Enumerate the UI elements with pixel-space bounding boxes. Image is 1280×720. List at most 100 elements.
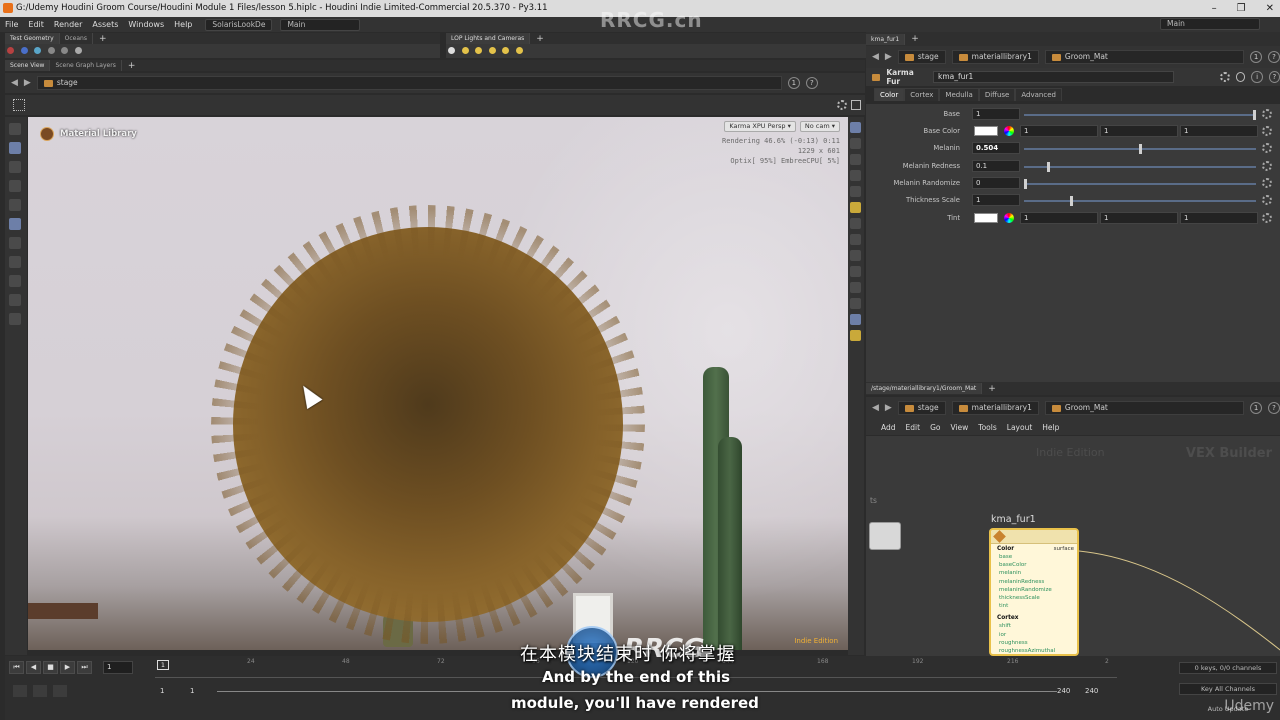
gear-icon[interactable] <box>1262 213 1272 223</box>
tab-scene-graph-layers[interactable]: Scene Graph Layers <box>50 60 122 71</box>
help-icon[interactable]: ? <box>1268 402 1280 414</box>
display-option-icon[interactable] <box>850 122 861 133</box>
play-icon[interactable]: ▶ <box>60 661 75 674</box>
shelf-tool-icon[interactable] <box>34 47 42 54</box>
tab-cortex[interactable]: Cortex <box>904 88 940 101</box>
param-g-field[interactable]: 1 <box>1100 212 1178 224</box>
menu-tools[interactable]: Tools <box>973 423 1001 432</box>
param-slider[interactable] <box>1024 179 1256 189</box>
grid-menu-icon[interactable] <box>13 99 25 111</box>
menu-go[interactable]: Go <box>925 423 945 432</box>
search-icon[interactable] <box>1236 72 1246 82</box>
light-tool-icon[interactable] <box>461 47 469 54</box>
param-slider[interactable] <box>1024 144 1256 154</box>
light-tool-icon[interactable] <box>502 47 510 54</box>
display-option-icon[interactable] <box>850 298 861 309</box>
maximize-button[interactable]: ❐ <box>1237 0 1246 17</box>
menu-layout[interactable]: Layout <box>1002 423 1038 432</box>
shelf-tab-oceans[interactable]: Oceans <box>60 33 93 44</box>
forward-arrow-icon[interactable]: ▶ <box>885 52 892 62</box>
transform-tool-icon[interactable] <box>9 161 21 173</box>
menu-assets[interactable]: Assets <box>87 20 123 29</box>
node-input[interactable]: melaninRandomize <box>991 586 1077 594</box>
param-slider[interactable] <box>1024 162 1256 172</box>
node-input[interactable]: shift <box>991 622 1077 630</box>
pin-icon[interactable]: 1 <box>1250 51 1263 63</box>
renderer-menu[interactable]: Karma XPU Persp ▾ <box>724 121 796 132</box>
stop-icon[interactable]: ■ <box>43 661 58 674</box>
light-tool-icon[interactable] <box>515 47 523 54</box>
param-r-field[interactable]: 1 <box>1020 125 1098 137</box>
gear-icon[interactable] <box>1262 143 1272 153</box>
shelf-tab-test-geometry[interactable]: Test Geometry <box>5 33 60 44</box>
node-input[interactable]: tint <box>991 602 1077 610</box>
current-frame-field[interactable]: 1 <box>103 661 133 674</box>
rotate-tool-icon[interactable] <box>9 180 21 192</box>
menu-windows[interactable]: Windows <box>123 20 169 29</box>
scene-viewport[interactable]: Material Library Karma XPU Persp ▾ No ca… <box>28 117 848 650</box>
display-option-icon[interactable] <box>850 138 861 149</box>
tab-diffuse[interactable]: Diffuse <box>978 88 1016 101</box>
menu-render[interactable]: Render <box>49 20 87 29</box>
param-value-field[interactable]: 1 <box>972 194 1020 206</box>
close-button[interactable]: ✕ <box>1266 0 1274 17</box>
add-shelf-tab-icon[interactable]: + <box>530 34 550 44</box>
param-slider[interactable] <box>1024 110 1256 120</box>
kma-fur-node[interactable]: surface Color base baseColor melanin mel… <box>989 528 1079 656</box>
back-arrow-icon[interactable]: ◀ <box>872 52 879 62</box>
path-segment-materiallibrary[interactable]: materiallibrary1 <box>951 401 1039 415</box>
slider-knob[interactable] <box>1024 179 1027 189</box>
shelf-tool-icon[interactable] <box>74 47 82 54</box>
range-slider[interactable] <box>217 691 1057 692</box>
node-input[interactable]: roughness <box>991 639 1077 647</box>
collapsed-node[interactable] <box>869 522 901 550</box>
tab-scene-view[interactable]: Scene View <box>5 60 51 71</box>
loop-icon[interactable] <box>53 685 67 697</box>
path-segment-stage[interactable]: stage <box>36 76 782 90</box>
shelf-tool-icon[interactable] <box>7 47 14 54</box>
handle-tool-icon[interactable] <box>9 218 21 230</box>
node-input[interactable]: roughnessAzimuthal <box>991 647 1077 654</box>
node-input[interactable]: thicknessScale <box>991 594 1077 602</box>
gear-icon[interactable] <box>1262 126 1272 136</box>
node-input[interactable]: melanin <box>991 569 1077 577</box>
step-back-icon[interactable]: ◀ <box>26 661 41 674</box>
color-wheel-icon[interactable] <box>1004 126 1014 136</box>
brush-tool-icon[interactable] <box>9 256 21 268</box>
display-option-icon[interactable] <box>850 266 861 277</box>
range-start-field[interactable]: 1 <box>160 687 164 695</box>
add-shelf-tab-icon[interactable]: + <box>93 34 113 44</box>
node-name-field[interactable]: kma_fur1 <box>933 71 1175 83</box>
right-context-selector[interactable]: Main <box>1160 18 1260 30</box>
display-option-icon[interactable] <box>850 186 861 197</box>
tab-medulla[interactable]: Medulla <box>939 88 979 101</box>
snap-icon[interactable] <box>9 237 21 249</box>
display-option-icon[interactable] <box>850 330 861 341</box>
display-option-icon[interactable] <box>850 282 861 293</box>
frame-marker[interactable]: 1 <box>157 660 169 670</box>
add-pane-tab-icon[interactable]: + <box>905 34 925 44</box>
key-all-channels-menu[interactable]: Key All Channels <box>1179 683 1277 695</box>
path-segment-stage[interactable]: stage <box>897 401 946 415</box>
color-swatch[interactable] <box>974 126 998 136</box>
audio-icon[interactable] <box>33 685 47 697</box>
help-icon[interactable]: ? <box>1268 51 1280 63</box>
pin-icon[interactable]: 1 <box>787 77 800 89</box>
path-segment-stage[interactable]: stage <box>897 50 946 64</box>
forward-arrow-icon[interactable]: ▶ <box>24 78 31 88</box>
menu-help[interactable]: Help <box>1037 423 1064 432</box>
back-arrow-icon[interactable]: ◀ <box>872 403 879 413</box>
tab-color[interactable]: Color <box>874 88 905 101</box>
range-start-field-2[interactable]: 1 <box>190 687 194 695</box>
help-icon[interactable]: ? <box>805 77 818 89</box>
gear-icon[interactable] <box>1262 178 1272 188</box>
node-input[interactable]: baseColor <box>991 561 1077 569</box>
shelf-tool-icon[interactable] <box>47 47 55 54</box>
jump-end-icon[interactable]: ⏭ <box>77 661 92 674</box>
realtime-toggle-icon[interactable] <box>13 685 27 697</box>
slider-knob[interactable] <box>1046 162 1050 172</box>
add-pane-tab-icon[interactable]: + <box>122 61 142 71</box>
node-input[interactable]: ior <box>991 631 1077 639</box>
camera-tool-icon[interactable] <box>9 313 21 325</box>
param-value-field[interactable]: 1 <box>972 108 1020 120</box>
